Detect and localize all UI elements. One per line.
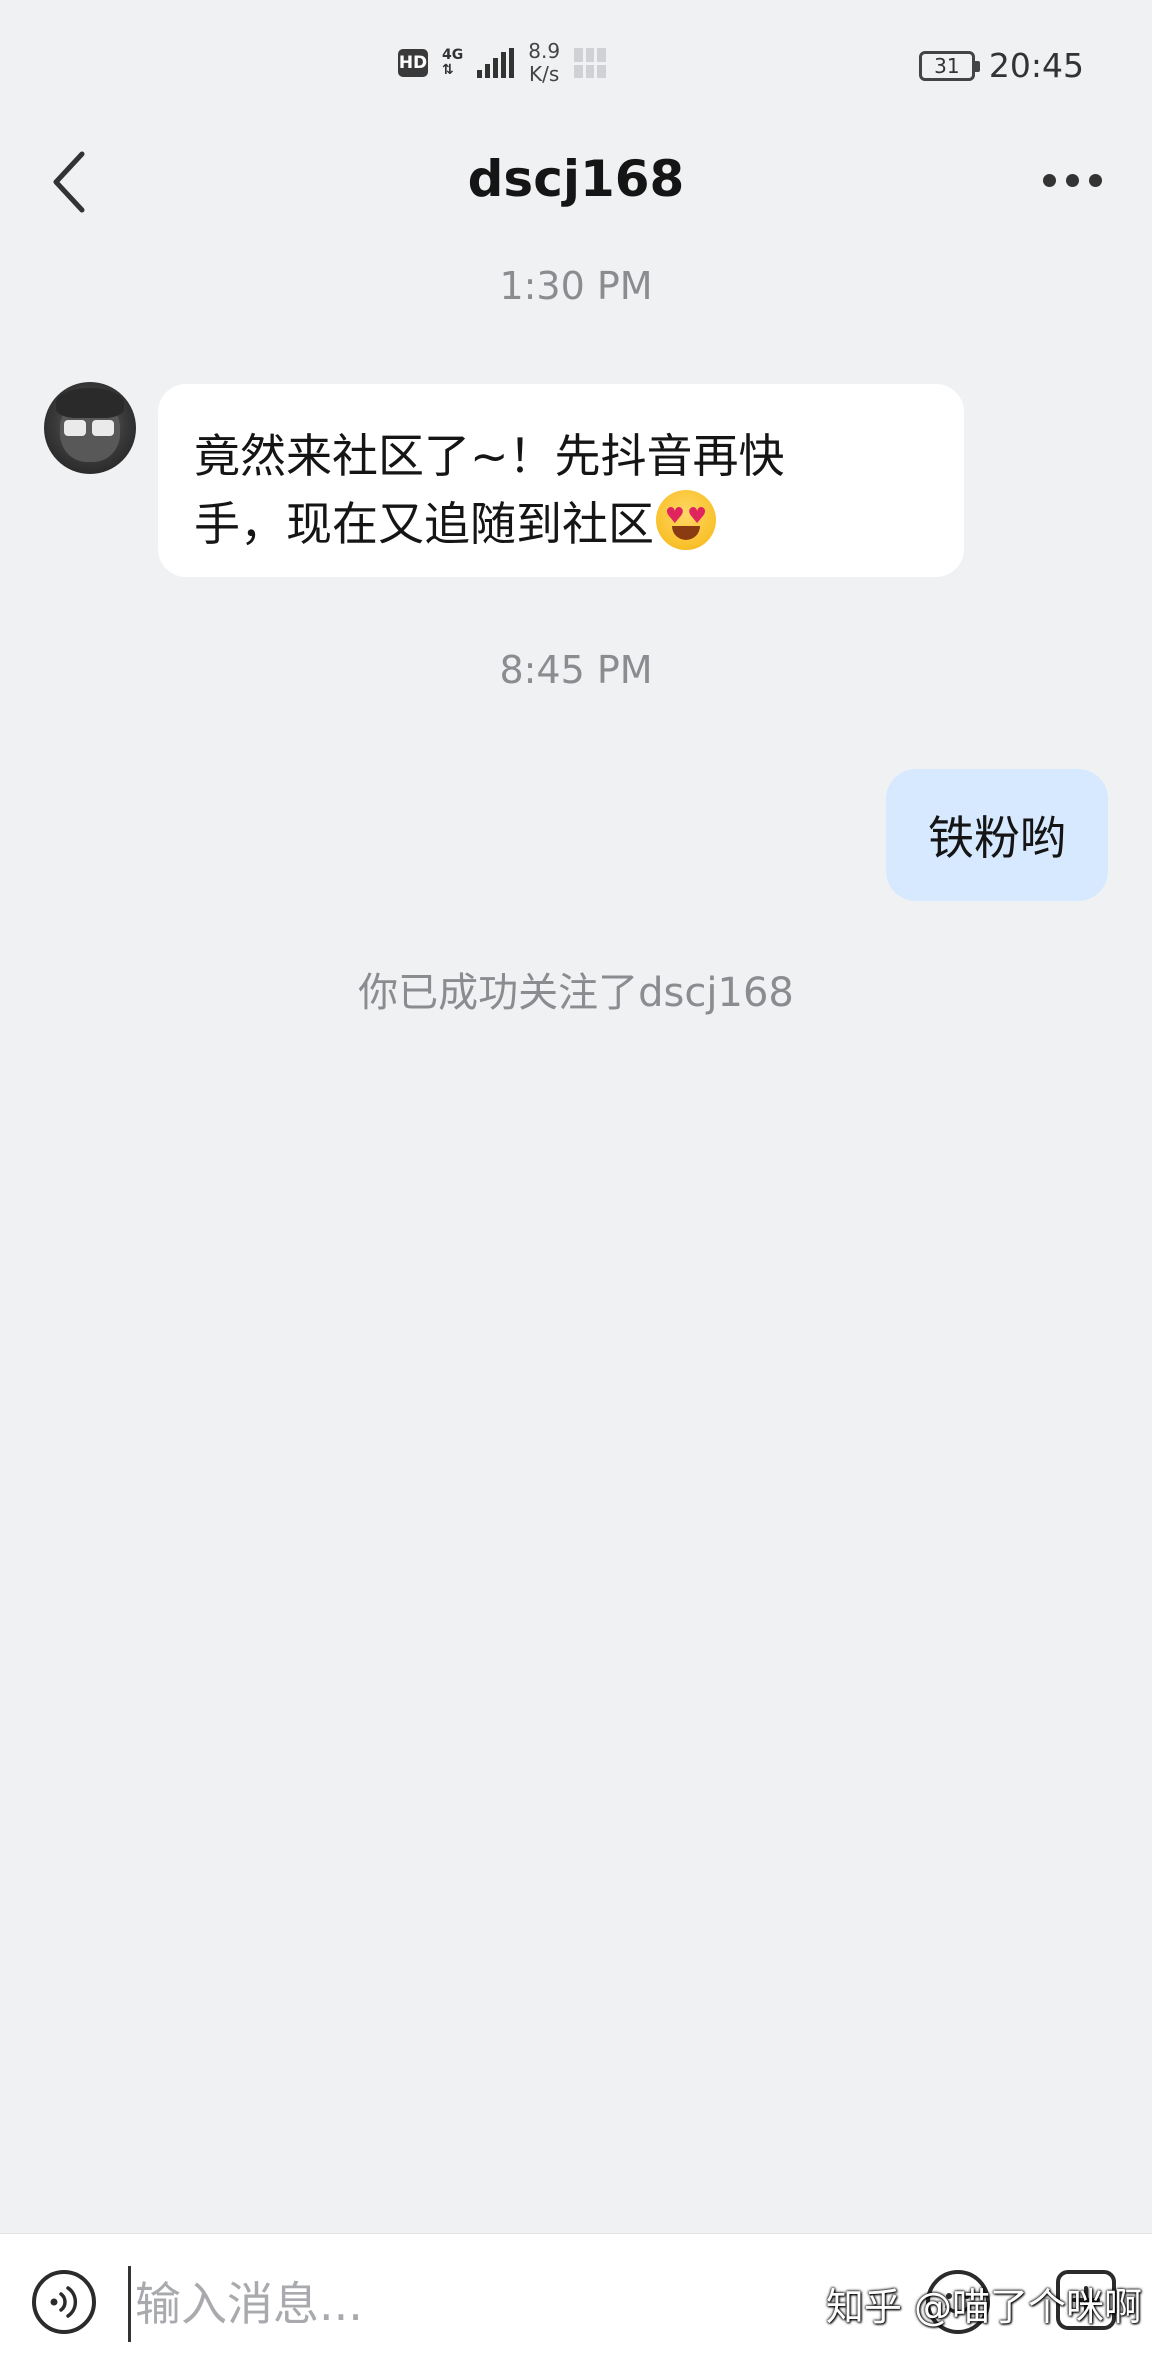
message-timestamp: 8:45 PM xyxy=(499,648,653,692)
status-clock: 20:45 xyxy=(988,46,1084,85)
message-text-line-2: 手，现在又追随到社区 ♥ ♥ xyxy=(194,490,930,558)
network-speed-value: 8.9 xyxy=(528,39,561,63)
status-right: 31 20:45 xyxy=(918,46,1084,85)
outgoing-message-bubble[interactable]: 铁粉哟 xyxy=(886,769,1108,901)
status-indicators: HD 4G ⇅ 8.9 K/s xyxy=(398,40,607,86)
more-dot xyxy=(1065,173,1079,187)
data-arrows-icon: ⇅ xyxy=(442,62,454,78)
message-input[interactable] xyxy=(128,2266,808,2342)
message-input-bar: 知乎 @喵了个咪啊 xyxy=(0,2233,1152,2376)
avatar[interactable] xyxy=(44,382,136,474)
hd-badge: HD xyxy=(398,49,428,77)
message-text: 铁粉哟 xyxy=(928,811,1066,865)
network-speed-unit: K/s xyxy=(529,62,560,86)
heart-eyes-emoji-icon: ♥ ♥ xyxy=(656,490,716,550)
avatar-hair xyxy=(56,388,124,418)
chat-header: dscj168 xyxy=(0,130,1152,240)
watermark: 知乎 @喵了个咪啊 xyxy=(825,2285,1142,2329)
more-dot xyxy=(1088,173,1102,187)
system-notice: 你已成功关注了dscj168 xyxy=(358,970,794,1016)
battery-icon: 31 xyxy=(918,50,980,81)
more-dot xyxy=(1042,173,1056,187)
network-type-label: 4G xyxy=(442,47,464,63)
avatar-glasses xyxy=(64,420,86,436)
network-speed: 8.9 K/s xyxy=(528,40,560,86)
message-text-line: 竟然来社区了~！先抖音再快 xyxy=(194,429,785,483)
incoming-message-bubble[interactable]: 竟然来社区了~！先抖音再快 手，现在又追随到社区 ♥ ♥ xyxy=(158,384,964,577)
chat-screen: HD 4G ⇅ 8.9 K/s 31 20:45 dscj168 1:30 PM… xyxy=(0,0,1152,2376)
voice-wave-icon xyxy=(50,2286,78,2318)
voice-input-button[interactable] xyxy=(32,2270,96,2334)
nfc-icon xyxy=(574,48,607,78)
message-text: 手，现在又追随到社区 xyxy=(194,497,654,551)
avatar-glasses xyxy=(92,420,114,436)
network-type: 4G ⇅ xyxy=(442,48,463,78)
page-title: dscj168 xyxy=(467,150,685,208)
signal-icon xyxy=(477,48,515,78)
battery-level: 31 xyxy=(934,53,960,78)
status-bar: HD 4G ⇅ 8.9 K/s 31 20:45 xyxy=(0,0,1152,130)
more-options-button[interactable] xyxy=(1022,150,1122,210)
message-timestamp: 1:30 PM xyxy=(499,264,653,308)
